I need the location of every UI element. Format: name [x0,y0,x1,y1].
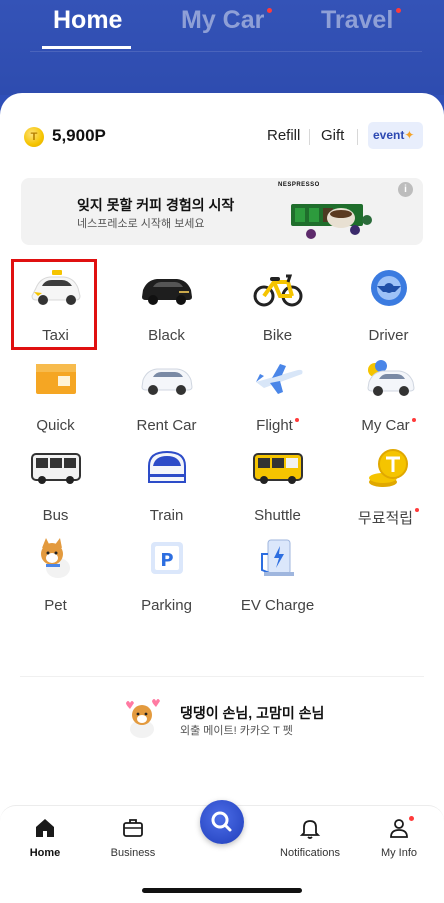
service-pet[interactable]: Pet [0,528,111,618]
divider [357,129,358,145]
points-row: T 5,900P Refill Gift event✦ [24,122,424,149]
service-label: 무료적립 [333,507,444,528]
service-label-text: My Car [361,417,410,434]
selection-highlight [11,259,97,350]
nav-notifications[interactable]: Notifications [265,816,355,866]
tab-my-car-label: My Car [181,6,265,34]
nav-label: My Info [380,847,418,859]
points-balance[interactable]: 5,900P [52,126,106,146]
service-label: Quick [36,417,75,434]
service-label: Black [148,327,185,344]
service-my-car[interactable]: My Car [333,348,444,438]
new-badge-dot [267,8,273,13]
divider [30,51,422,52]
box-icon [36,364,76,394]
shuttle-icon [253,453,303,484]
service-label: Rent Car [136,417,197,434]
service-bike[interactable]: Bike [222,258,333,348]
service-train[interactable]: Train [111,438,222,528]
tab-travel-label: Travel [321,6,394,34]
service-quick[interactable]: Quick [0,348,111,438]
pet-promo-banner[interactable]: 댕댕이 손님, 고맘미 손님 외출 메이트! 카카오 T 펫 [120,695,370,743]
nav-label: Home [29,847,61,859]
service-label: Flight [222,417,333,434]
new-badge-dot [409,816,414,821]
tab-travel[interactable]: Travel [321,6,402,35]
new-badge-dot [415,508,420,512]
nespresso-logo: NESPRESSO [278,182,320,188]
divider [309,129,310,145]
info-icon[interactable]: i [398,182,413,197]
nav-label: Notifications [280,847,340,859]
black-car-icon [142,279,192,305]
service-label: EV Charge [240,597,315,614]
service-black[interactable]: Black [111,258,222,348]
new-badge-dot [294,418,299,422]
parking-icon: P [151,542,183,574]
coin-stack-icon [369,449,408,487]
service-label: Parking [141,597,192,614]
nav-label: Business [110,847,156,859]
coin-icon: T [24,127,44,147]
service-label: Train [149,507,184,524]
person-icon [390,819,408,838]
ev-charger-icon [261,539,294,576]
party-popper-icon: ✦ [404,128,415,142]
service-ev-charge[interactable]: EV Charge [222,528,333,618]
new-badge-dot [396,8,402,13]
service-label-text: Flight [256,417,293,434]
dog-icon [126,699,160,738]
nav-my-info[interactable]: My Info [354,816,444,866]
top-tab-bar: Home My Car Travel [0,0,444,95]
service-label: Driver [368,327,409,344]
service-flight[interactable]: Flight [222,348,333,438]
nav-business[interactable]: Business [88,816,178,866]
dog-icon [41,538,70,578]
divider [20,676,424,677]
tab-home[interactable]: Home [53,6,122,35]
service-label: Pet [44,597,67,614]
my-car-icon [367,360,415,396]
service-bus[interactable]: Bus [0,438,111,528]
banner-subtitle: 네스프레소로 시작해 보세요 [77,218,205,230]
promo-title: 댕댕이 손님, 고맘미 손님 [180,705,325,721]
service-driver[interactable]: Driver [333,258,444,348]
event-label: event [373,128,405,142]
refill-link[interactable]: Refill [267,127,300,144]
service-label: My Car [333,417,444,434]
new-badge-dot [411,418,416,422]
service-free-points[interactable]: 무료적립 [333,438,444,528]
coffee-product-image [291,204,372,239]
service-label: Bike [262,327,293,344]
rent-car-icon [141,368,193,395]
service-shuttle[interactable]: Shuttle [222,438,333,528]
gift-link[interactable]: Gift [321,127,344,144]
svg-text:P: P [160,550,173,571]
bus-icon [31,453,81,484]
steering-wheel-icon [371,270,407,306]
service-rent-car[interactable]: Rent Car [111,348,222,438]
service-label-text: 무료적립 [357,510,414,527]
search-icon [211,811,232,832]
airplane-icon [256,364,303,394]
service-label: Shuttle [254,507,301,524]
service-parking[interactable]: P Parking [111,528,222,618]
train-icon [148,450,186,483]
ad-banner[interactable]: 잊지 못할 커피 경험의 시작 네스프레소로 시작해 보세요 NESPRESSO… [21,178,423,245]
service-label: Bus [42,507,69,524]
search-button[interactable] [200,800,244,844]
event-button[interactable]: event✦ [368,122,423,149]
briefcase-icon [123,819,143,837]
home-indicator [142,888,302,893]
active-tab-indicator [42,46,131,49]
nav-home[interactable]: Home [0,816,90,866]
bike-icon [253,274,303,307]
bell-icon [299,820,321,839]
tab-my-car[interactable]: My Car [181,6,273,35]
promo-subtitle: 외출 메이트! 카카오 T 펫 [180,725,293,737]
banner-title: 잊지 못할 커피 경험의 시작 [77,197,235,213]
home-icon [36,819,54,837]
